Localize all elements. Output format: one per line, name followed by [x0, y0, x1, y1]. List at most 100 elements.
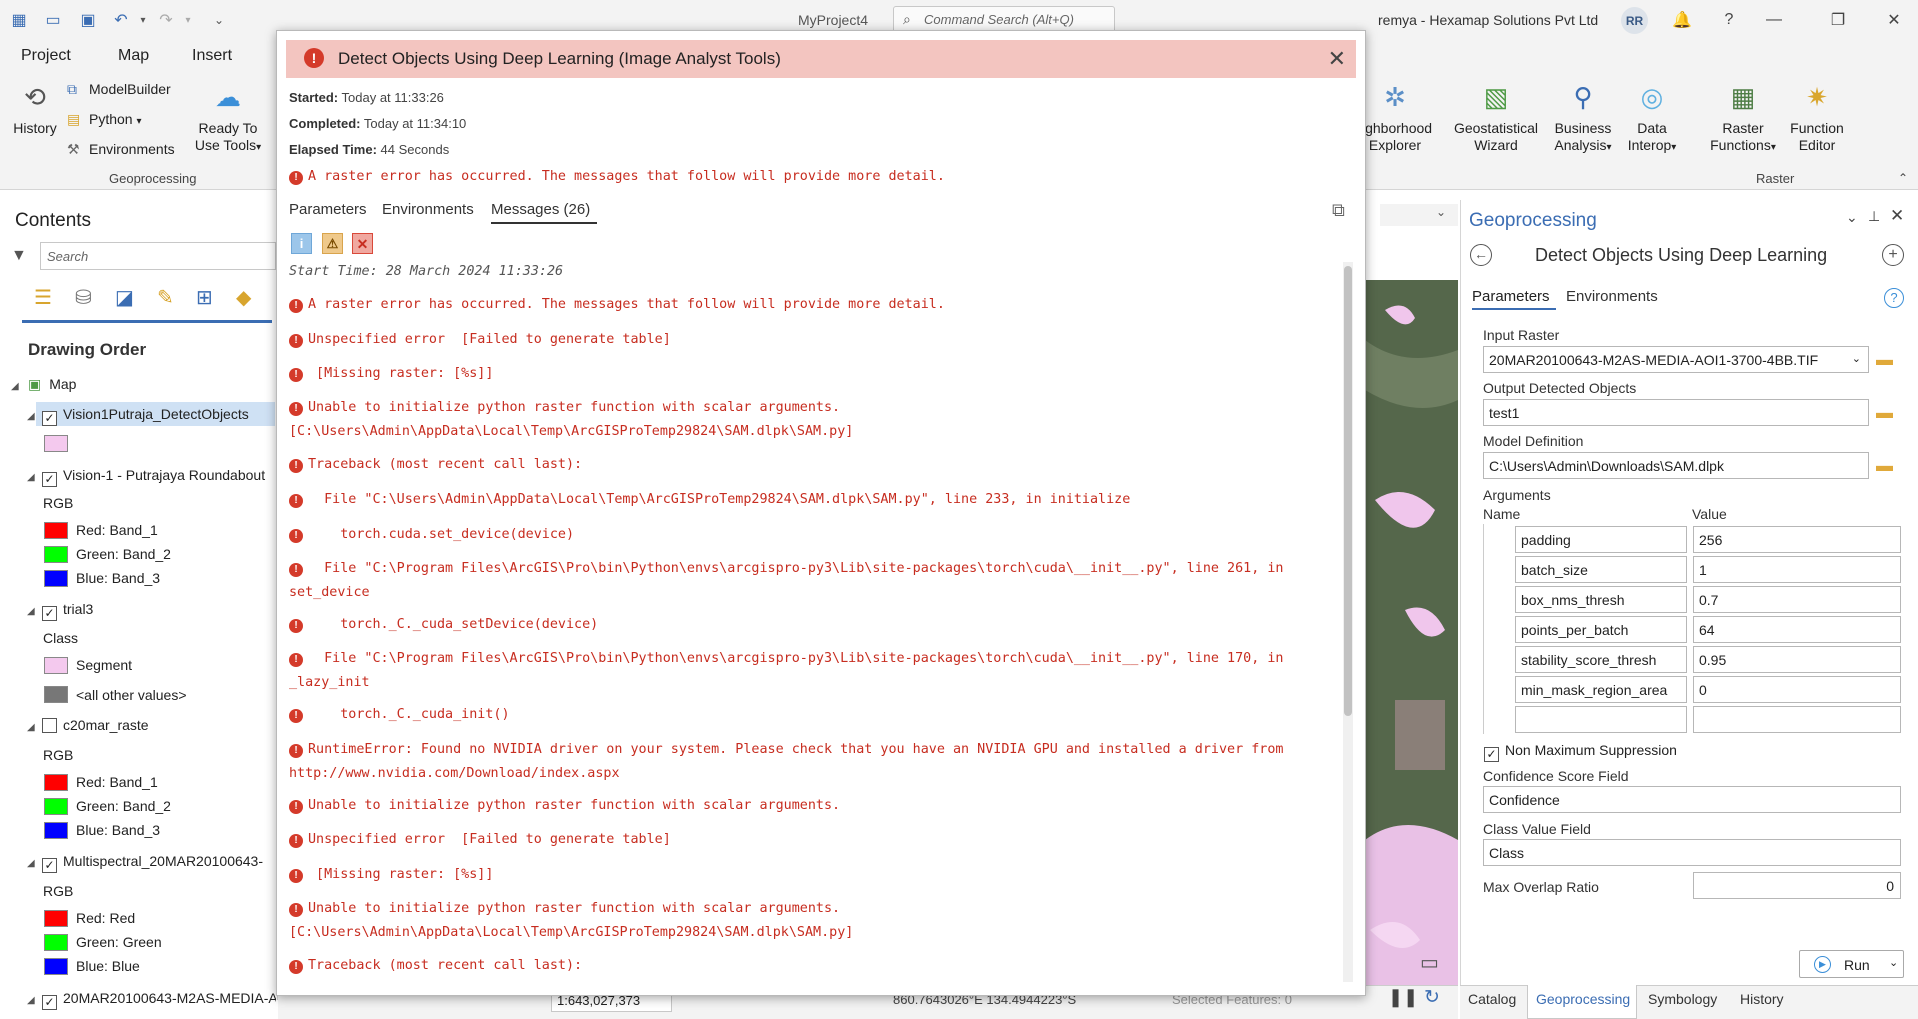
output-field[interactable]: test1	[1483, 399, 1869, 426]
folder-icon[interactable]: ▬	[1876, 456, 1898, 475]
map-view[interactable]	[1365, 280, 1458, 985]
layer2-expand-icon[interactable]: ◢	[27, 472, 35, 483]
layer4-expand-icon[interactable]: ◢	[27, 722, 35, 733]
layer5-checkbox[interactable]: ✓	[42, 858, 57, 873]
close-dialog-icon[interactable]: ✕	[1328, 46, 1346, 72]
pane-options-icon[interactable]: ⌄	[1846, 209, 1858, 226]
layer3-checkbox[interactable]: ✓	[42, 606, 57, 621]
raster-functions-button[interactable]: ▦ Raster Functions▾	[1703, 78, 1783, 156]
contents-search-input[interactable]: Search	[40, 242, 276, 270]
nms-checkbox-row[interactable]: ✓ Non Maximum Suppression	[1484, 742, 1677, 762]
class-value-field[interactable]: Class	[1483, 839, 1901, 866]
tab-map[interactable]: Map	[118, 47, 149, 65]
layer5-expand-icon[interactable]: ◢	[27, 858, 35, 869]
function-editor-button[interactable]: ✷ Function Editor	[1784, 78, 1850, 154]
avatar[interactable]: RR	[1621, 7, 1648, 34]
tree-item-layer3[interactable]: ✓ trial3	[42, 601, 93, 621]
notification-bell-icon[interactable]: 🔔	[1670, 8, 1694, 32]
list-by-selection-icon[interactable]: ◪	[115, 285, 134, 310]
business-analysis-button[interactable]: ⚲ Business Analysis▾	[1550, 78, 1616, 156]
folder-icon[interactable]: ▬	[1876, 403, 1898, 422]
environments-button[interactable]: ⚒ Environments	[67, 141, 175, 158]
list-by-drawing-order-icon[interactable]: ☰	[34, 285, 52, 310]
new-project-icon[interactable]: ▦	[8, 9, 30, 31]
list-by-snapping-icon[interactable]: ⊞	[196, 285, 213, 310]
layer6-expand-icon[interactable]: ◢	[27, 995, 35, 1006]
tree-item-layer4[interactable]: c20mar_raste	[42, 717, 149, 733]
argument-value-cell[interactable]: 256	[1693, 526, 1901, 553]
run-button[interactable]: ▶ Run ⌄	[1799, 950, 1904, 978]
modelbuilder-button[interactable]: ⧉ ModelBuilder	[67, 81, 171, 98]
refresh-icon[interactable]: ↻	[1424, 986, 1440, 1009]
tab-symbology[interactable]: Symbology	[1648, 991, 1717, 1007]
customize-toolbar-icon[interactable]: ⌄	[208, 9, 230, 31]
layer6-checkbox[interactable]: ✓	[42, 995, 57, 1010]
tab-history[interactable]: History	[1740, 991, 1784, 1007]
pin-pane-icon[interactable]: ⊥	[1868, 208, 1880, 225]
argument-name-cell[interactable]: stability_score_thresh	[1515, 646, 1687, 673]
open-folder-icon[interactable]: ▭	[42, 9, 64, 31]
messages-scrollbar-thumb[interactable]	[1344, 266, 1352, 716]
close-pane-icon[interactable]: ✕	[1890, 206, 1904, 226]
save-icon[interactable]: ▣	[77, 9, 99, 31]
layer1-checkbox[interactable]: ✓	[42, 411, 57, 426]
close-window-icon[interactable]: ✕	[1882, 8, 1906, 32]
argument-name-cell[interactable]: points_per_batch	[1515, 616, 1687, 643]
tab-dialog-environments[interactable]: Environments	[382, 201, 474, 218]
pause-drawing-icon[interactable]: ❚❚	[1388, 987, 1418, 1008]
argument-name-cell[interactable]	[1515, 706, 1687, 733]
command-search-input[interactable]: ⌕ Command Search (Alt+Q)	[893, 6, 1115, 33]
geostatistical-wizard-button[interactable]: ▧ Geostatistical Wizard	[1448, 78, 1544, 154]
list-by-data-source-icon[interactable]: ⛁	[75, 285, 92, 310]
max-overlap-field[interactable]: 0	[1693, 872, 1901, 899]
undo-icon[interactable]: ↶	[110, 9, 132, 31]
tree-item-map[interactable]: ▣ Map	[28, 376, 76, 393]
map-notes-icon[interactable]: ▭	[1420, 950, 1439, 975]
neighborhood-explorer-button[interactable]: ✲ ighborhood Explorer	[1362, 78, 1432, 154]
tab-gp-environments[interactable]: Environments	[1566, 288, 1658, 305]
add-tool-icon[interactable]: +	[1882, 244, 1904, 266]
input-raster-dropdown[interactable]: 20MAR20100643-M2AS-MEDIA-AOI1-3700-4BB.T…	[1483, 346, 1869, 373]
minimize-icon[interactable]: —	[1762, 8, 1786, 32]
argument-value-cell[interactable]: 64	[1693, 616, 1901, 643]
argument-name-cell[interactable]: min_mask_region_area	[1515, 676, 1687, 703]
filter-icon[interactable]: ▼	[11, 247, 27, 265]
tree-item-layer2[interactable]: ✓ Vision-1 - Putrajaya Roundabout	[42, 467, 265, 487]
info-filter-icon[interactable]: i	[291, 233, 312, 254]
help-icon[interactable]: ?	[1884, 288, 1904, 308]
collapse-ribbon-icon[interactable]: ⌃	[1898, 171, 1908, 185]
argument-name-cell[interactable]: padding	[1515, 526, 1687, 553]
ready-to-use-tools-button[interactable]: ☁ Ready To Use Tools▾	[188, 78, 268, 156]
argument-value-cell[interactable]: 0.95	[1693, 646, 1901, 673]
tab-catalog[interactable]: Catalog	[1468, 991, 1516, 1007]
undo-dropdown-icon[interactable]: ▾	[132, 9, 154, 31]
help-icon[interactable]: ?	[1717, 8, 1741, 32]
argument-value-cell[interactable]: 0.7	[1693, 586, 1901, 613]
layer4-checkbox[interactable]	[42, 718, 57, 733]
redo-icon[interactable]: ↷	[155, 9, 177, 31]
tree-item-layer5[interactable]: ✓ Multispectral_20MAR20100643-	[42, 853, 276, 873]
argument-value-cell[interactable]	[1693, 706, 1901, 733]
tab-geoprocessing[interactable]: Geoprocessing	[1536, 991, 1630, 1007]
nms-checkbox[interactable]: ✓	[1484, 747, 1499, 762]
copy-messages-icon[interactable]: ⧉	[1332, 200, 1345, 221]
run-dropdown-icon[interactable]: ⌄	[1889, 956, 1898, 969]
error-filter-icon[interactable]: ✕	[352, 233, 373, 254]
restore-icon[interactable]: ❐	[1826, 8, 1850, 32]
layer2-checkbox[interactable]: ✓	[42, 472, 57, 487]
model-definition-field[interactable]: C:\Users\Admin\Downloads\SAM.dlpk	[1483, 452, 1869, 479]
list-by-editing-icon[interactable]: ✎	[157, 285, 174, 310]
map-expand-icon[interactable]: ◢	[11, 381, 19, 392]
argument-name-cell[interactable]: batch_size	[1515, 556, 1687, 583]
tab-gp-parameters[interactable]: Parameters	[1472, 288, 1550, 305]
layer3-expand-icon[interactable]: ◢	[27, 606, 35, 617]
back-arrow-icon[interactable]: ←	[1470, 244, 1492, 266]
list-by-labeling-icon[interactable]: ◆	[236, 285, 251, 310]
tree-item-layer1[interactable]: ✓ Vision1Putraja_DetectObjects	[42, 406, 249, 426]
confidence-field[interactable]: Confidence	[1483, 786, 1901, 813]
tree-item-layer6[interactable]: ✓ 20MAR20100643-M2AS-MEDIA-AOI1-3700-4BB-…	[42, 990, 276, 1010]
tab-insert[interactable]: Insert	[192, 47, 232, 65]
folder-icon[interactable]: ▬	[1876, 350, 1898, 369]
argument-value-cell[interactable]: 0	[1693, 676, 1901, 703]
redo-dropdown-icon[interactable]: ▾	[177, 9, 199, 31]
